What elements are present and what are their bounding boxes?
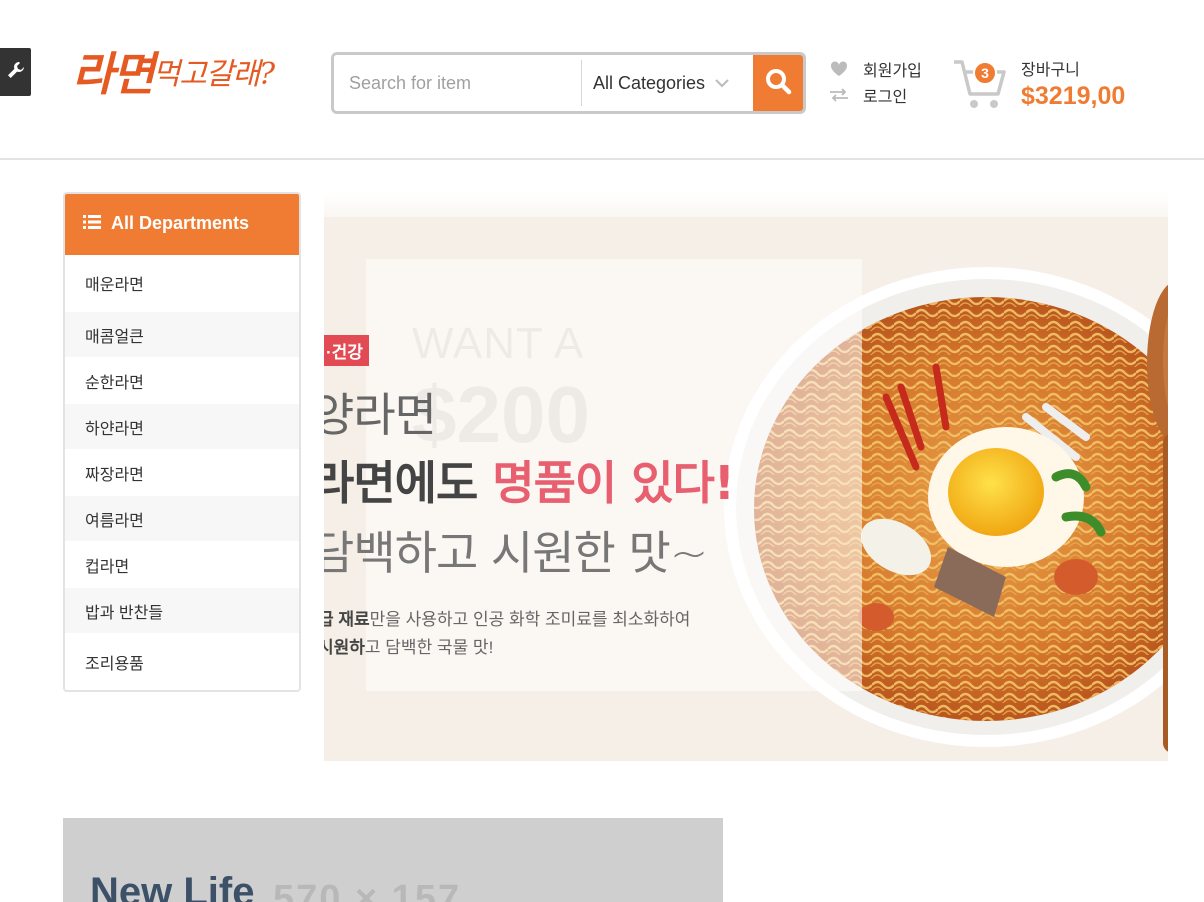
signup-label: 회원가입 [863, 63, 922, 80]
wrench-icon [6, 60, 26, 85]
category-select[interactable]: All Categories [582, 55, 753, 111]
search-input[interactable] [334, 55, 581, 111]
banner-headline-1: 양라면 [324, 388, 437, 442]
logo-main-text: 라면 [72, 47, 155, 101]
cart-count-badge: 3 [973, 61, 997, 85]
banner-headline-2: 라면에도 명품이 있다! [324, 447, 735, 513]
department-item[interactable]: 컵라면 [65, 542, 299, 588]
site-header: 라면 먹고갈래? All Categories 회원가입 [0, 0, 1204, 160]
cart-total: $3219,00 [1021, 82, 1126, 110]
banner-subline-1: 급 재료만을 사용하고 인공 화학 조미료를 최소화하여 [324, 605, 690, 630]
department-item[interactable]: 짜장라면 [65, 450, 299, 496]
banner-subline-1-bold: 급 재료 [324, 610, 370, 629]
signup-link[interactable]: 회원가입 [829, 56, 922, 82]
banner-tag: ·건강 [324, 335, 369, 366]
department-menu: All Departments 매운라면 매콤얼큰 순한라면 하얀라면 짜장라면… [63, 192, 301, 692]
banner-headline-2-accent: 명품이 있다! [492, 456, 735, 510]
department-list: 매운라면 매콤얼큰 순한라면 하얀라면 짜장라면 여름라면 컵라면 밥과 반찬들… [65, 255, 299, 690]
promo-size-text: 570 × 157 [273, 878, 462, 902]
department-menu-header[interactable]: All Departments [65, 194, 299, 255]
banner-ghost-text: WANT A [412, 319, 585, 368]
search-icon [764, 67, 792, 100]
search-button[interactable] [753, 55, 803, 111]
department-item[interactable]: 조리용품 [65, 634, 299, 690]
department-item[interactable]: 매운라면 [65, 255, 299, 312]
login-link[interactable]: 로그인 [829, 82, 922, 108]
list-icon [83, 213, 101, 234]
hero-banner[interactable]: WANT A $200 ·건강 양라면 라면에도 명품이 있다! 담백하고 시원… [324, 217, 1168, 761]
banner-subline-2: 시원하고 담백한 국물 맛! [324, 633, 493, 658]
logo-sub-text: 먹고갈래? [152, 57, 275, 92]
banner-subline-2-bold: 시원하 [324, 638, 365, 657]
department-item[interactable]: 하얀라면 [65, 404, 299, 450]
banner-headline-2-prefix: 라면에도 [324, 456, 478, 510]
exchange-icon [829, 88, 849, 102]
chevron-down-icon [715, 75, 729, 91]
search-bar: All Categories [331, 52, 806, 114]
site-logo[interactable]: 라면 먹고갈래? [72, 38, 275, 108]
settings-toggle[interactable] [0, 48, 31, 96]
promo-title: New Life [90, 870, 255, 902]
login-label: 로그인 [863, 89, 908, 106]
cart-widget[interactable]: 3 장바구니 $3219,00 [952, 54, 1162, 114]
banner-subline-1-rest: 만을 사용하고 인공 화학 조미료를 최소화하여 [369, 610, 691, 629]
promo-card[interactable]: New Life 570 × 157 [63, 818, 723, 902]
category-select-value: All Categories [593, 72, 706, 93]
wooden-spoon-image [1129, 273, 1168, 758]
cart-label: 장바구니 [1021, 62, 1080, 79]
department-item[interactable]: 순한라면 [65, 358, 299, 404]
banner-top-fade [324, 192, 1168, 217]
banner-headline-3: 담백하고 시원한 맛~ [324, 526, 708, 580]
user-links: 회원가입 로그인 [829, 56, 922, 108]
department-menu-title: All Departments [111, 213, 250, 233]
heart-icon [829, 61, 849, 77]
department-item[interactable]: 밥과 반찬들 [65, 588, 299, 634]
banner-subline-2-rest: 고 담백한 국물 맛! [364, 638, 494, 657]
department-item[interactable]: 매콤얼큰 [65, 312, 299, 358]
department-item[interactable]: 여름라면 [65, 496, 299, 542]
